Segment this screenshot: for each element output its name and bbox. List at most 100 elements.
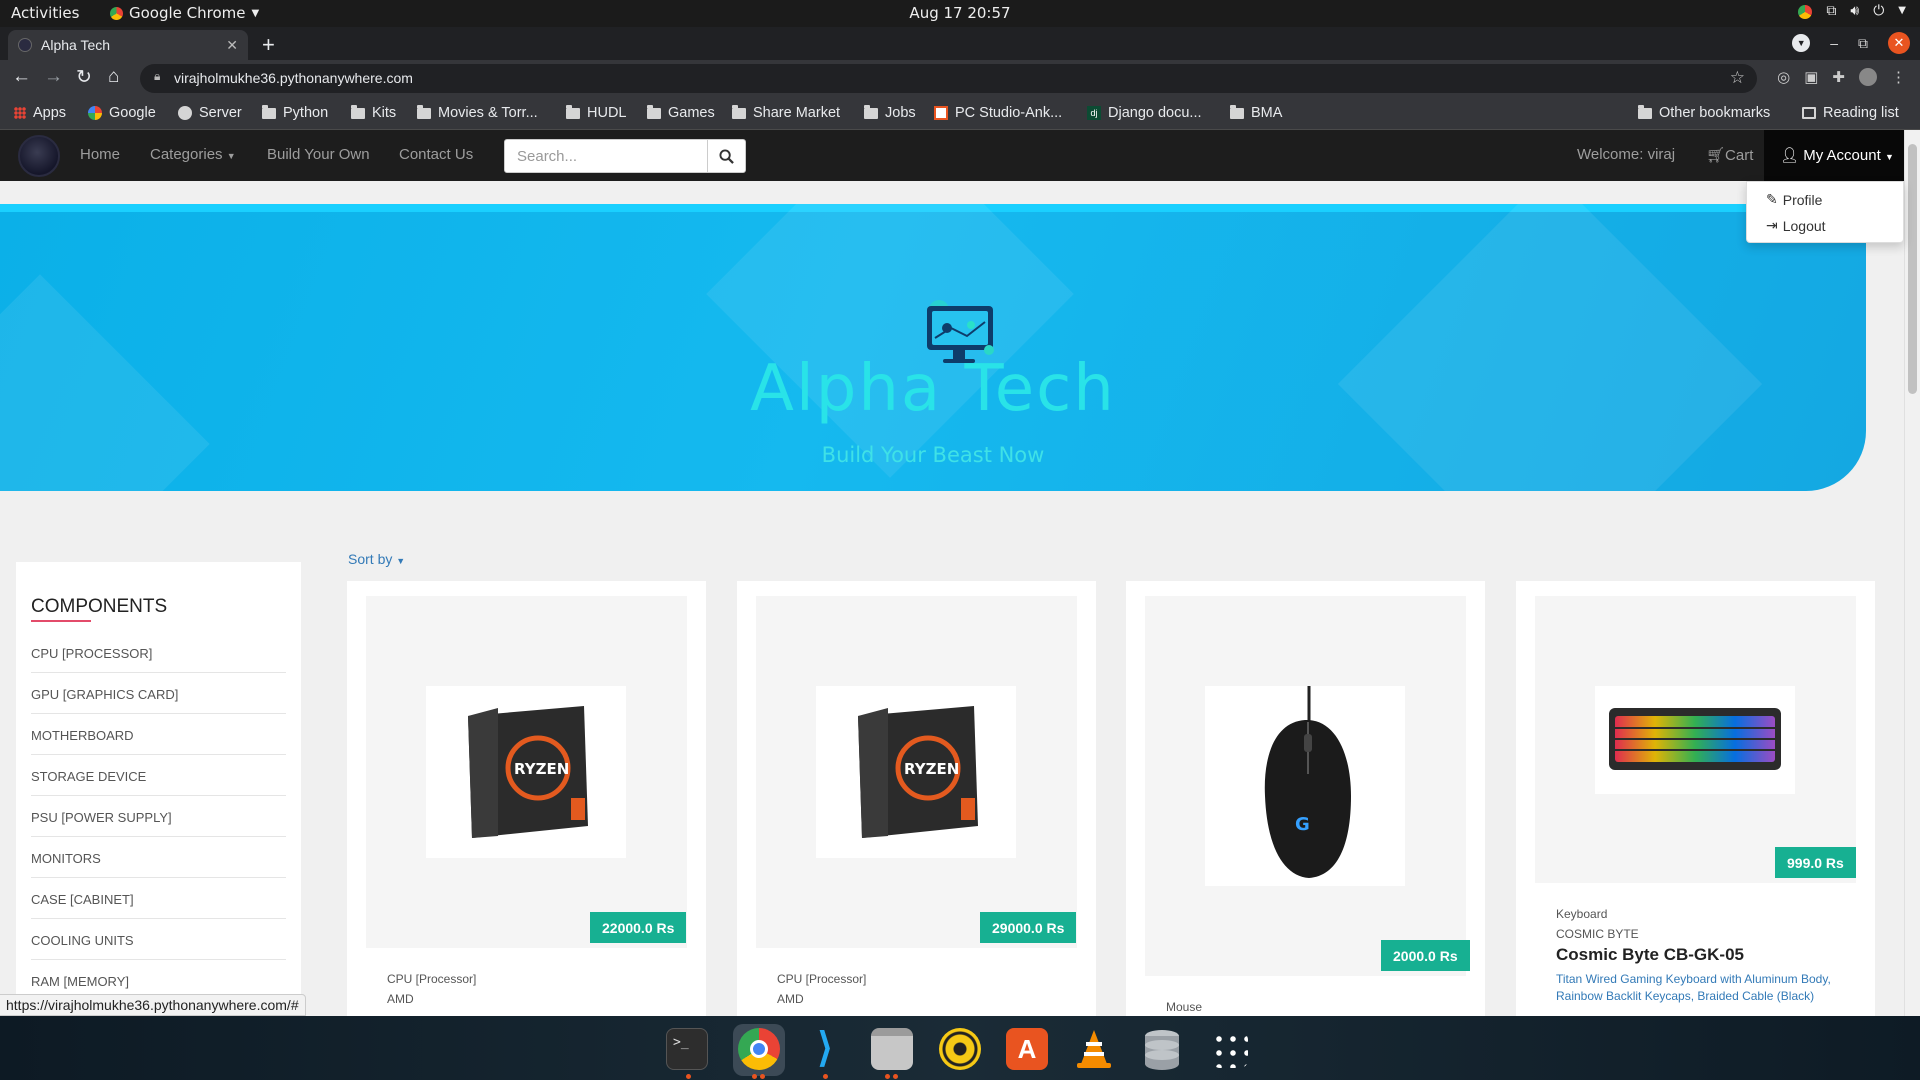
product-type: CPU [Processor] xyxy=(387,972,477,986)
kebab-menu-icon[interactable]: ⋮ xyxy=(1891,68,1906,86)
sidebar-item-psu[interactable]: PSU [POWER SUPPLY] xyxy=(31,810,286,837)
logout-link[interactable]: ⇥ Logout xyxy=(1766,217,1826,234)
chrome-icon[interactable] xyxy=(738,1028,780,1070)
vlc-icon[interactable] xyxy=(1073,1028,1115,1070)
search-input[interactable]: Search... xyxy=(504,139,708,173)
system-tray[interactable]: ⧉ 🔊︎ ⏻ ▼ xyxy=(1798,3,1906,19)
bookmark-folder-kits[interactable]: Kits xyxy=(351,104,396,121)
profile-link[interactable]: ✎ Profile xyxy=(1766,191,1822,208)
caret-down-icon: ▼ xyxy=(1884,152,1894,162)
bookmark-folder-games[interactable]: Games xyxy=(647,104,715,121)
chevron-down-icon[interactable]: ▼ xyxy=(1898,5,1906,19)
volume-icon[interactable]: 🔊︎ xyxy=(1850,3,1859,19)
scrollbar-thumb[interactable] xyxy=(1908,144,1917,394)
maximize-icon[interactable]: ⧉ xyxy=(1858,35,1868,52)
nav-home[interactable]: Home xyxy=(80,146,120,163)
product-image-box xyxy=(1535,596,1856,883)
close-window-icon[interactable]: ✕ xyxy=(1888,32,1910,54)
other-bookmarks[interactable]: Other bookmarks xyxy=(1638,104,1770,121)
product-card[interactable]: RYZEN 29000.0 Rs CPU [Processor] AMD xyxy=(737,581,1096,1016)
bookmark-pc-studio[interactable]: PC Studio-Ank... xyxy=(934,105,1062,121)
bookmark-folder-python[interactable]: Python xyxy=(262,104,328,121)
page-scrollbar[interactable] xyxy=(1904,130,1920,1016)
show-apps-grid-icon[interactable] xyxy=(1212,1032,1248,1068)
sidebar-item-cooling[interactable]: COOLING UNITS xyxy=(31,933,286,960)
files-icon[interactable] xyxy=(871,1028,913,1070)
nav-contact-us[interactable]: Contact Us xyxy=(399,146,473,163)
clock[interactable]: Aug 17 20:57 xyxy=(909,4,1010,22)
bookmark-google[interactable]: Google xyxy=(88,105,156,121)
product-card[interactable]: 999.0 Rs Keyboard COSMIC BYTE Cosmic Byt… xyxy=(1516,581,1875,1016)
bookmarks-bar: Apps Google Server Python Kits Movies & … xyxy=(0,97,1920,130)
activities-button[interactable]: Activities xyxy=(11,4,79,22)
bookmark-star-icon[interactable]: ☆ xyxy=(1730,68,1745,88)
web-page: Home Categories ▼ Build Your Own Contact… xyxy=(0,130,1920,1016)
folder-icon xyxy=(647,104,661,119)
sidebar-item-motherboard[interactable]: MOTHERBOARD xyxy=(31,728,286,755)
bookmark-apps[interactable]: Apps xyxy=(14,105,66,121)
sidebar-item-monitors[interactable]: MONITORS xyxy=(31,851,286,878)
system-top-bar: Activities Google Chrome ▼ Aug 17 20:57 … xyxy=(0,0,1920,27)
reading-list[interactable]: Reading list xyxy=(1802,105,1899,121)
vscode-icon[interactable]: ⟩ xyxy=(804,1028,846,1070)
extension-icon[interactable]: ◎ xyxy=(1777,68,1790,86)
extension-icon[interactable]: ▣ xyxy=(1804,68,1818,86)
chevron-down-icon: ▼ xyxy=(251,7,260,19)
sidebar-item-gpu[interactable]: GPU [GRAPHICS CARD] xyxy=(31,687,286,714)
bookmark-folder-bma[interactable]: BMA xyxy=(1230,104,1282,121)
database-icon[interactable] xyxy=(1141,1028,1183,1070)
lock-icon[interactable]: 🔒︎ xyxy=(154,69,160,84)
hero-title: Alpha Tech xyxy=(750,352,1116,426)
app-menu[interactable]: Google Chrome ▼ xyxy=(110,4,259,22)
chrome-tray-icon[interactable] xyxy=(1798,5,1813,19)
tab-search-icon[interactable]: ▼ xyxy=(1792,34,1811,52)
product-card[interactable]: RYZEN 22000.0 Rs CPU [Processor] AMD xyxy=(347,581,706,1016)
site-logo[interactable] xyxy=(18,135,60,177)
nav-cart[interactable]: 🛒︎Cart xyxy=(1706,146,1753,164)
software-center-icon[interactable]: A xyxy=(1006,1028,1048,1070)
sort-by-dropdown[interactable]: Sort by ▼ xyxy=(348,551,405,567)
bookmark-folder-jobs[interactable]: Jobs xyxy=(864,104,916,121)
url-text: virajholmukhe36.pythonanywhere.com xyxy=(174,70,413,86)
power-icon[interactable]: ⏻ xyxy=(1873,3,1884,19)
bookmark-django-docs[interactable]: dj Django docu... xyxy=(1087,105,1202,121)
new-tab-button[interactable]: + xyxy=(262,32,275,58)
network-icon[interactable]: ⧉ xyxy=(1826,3,1836,19)
tab-alpha-tech[interactable]: Alpha Tech ✕ xyxy=(8,30,248,60)
product-card[interactable]: G 2000.0 Rs Mouse xyxy=(1126,581,1485,1016)
product-description[interactable]: Titan Wired Gaming Keyboard with Aluminu… xyxy=(1556,971,1856,1005)
home-icon[interactable]: ⌂ xyxy=(108,66,119,88)
search-button[interactable] xyxy=(707,139,746,173)
nav-categories[interactable]: Categories ▼ xyxy=(150,146,236,163)
bookmark-folder-movies[interactable]: Movies & Torr... xyxy=(417,104,538,121)
sidebar-item-storage[interactable]: STORAGE DEVICE xyxy=(31,769,286,796)
folder-icon xyxy=(351,104,365,119)
my-account-toggle[interactable]: 👤︎ My Account ▼ xyxy=(1764,130,1904,181)
running-indicator xyxy=(885,1074,890,1079)
minimize-icon[interactable]: – xyxy=(1830,35,1838,51)
bookmark-server[interactable]: Server xyxy=(178,105,242,121)
product-photo xyxy=(1595,686,1795,794)
reload-icon[interactable]: ↻ xyxy=(76,66,92,89)
sidebar-item-case[interactable]: CASE [CABINET] xyxy=(31,892,286,919)
nav-build-your-own[interactable]: Build Your Own xyxy=(267,146,370,163)
address-bar[interactable]: 🔒︎ virajholmukhe36.pythonanywhere.com ☆ xyxy=(140,64,1757,93)
tab-strip: Alpha Tech ✕ + ▼ – ⧉ ✕ xyxy=(0,27,1920,60)
logout-icon: ⇥ xyxy=(1766,217,1778,233)
forward-icon[interactable]: → xyxy=(44,66,63,88)
app-name: Google Chrome xyxy=(129,4,246,22)
product-name[interactable]: Cosmic Byte CB-GK-05 xyxy=(1556,945,1744,965)
puzzle-icon[interactable]: ✚ xyxy=(1832,68,1845,86)
pc-studio-icon xyxy=(934,106,948,120)
sidebar-item-cpu[interactable]: CPU [PROCESSOR] xyxy=(31,646,286,673)
product-image-box: RYZEN xyxy=(366,596,687,948)
product-image-box: G xyxy=(1145,596,1466,976)
back-icon[interactable]: ← xyxy=(12,66,31,88)
rhythmbox-icon[interactable] xyxy=(939,1028,981,1070)
running-indicator xyxy=(686,1074,691,1079)
profile-avatar[interactable] xyxy=(1859,68,1877,86)
bookmark-folder-share-market[interactable]: Share Market xyxy=(732,104,840,121)
bookmark-folder-hudl[interactable]: HUDL xyxy=(566,104,626,121)
close-tab-icon[interactable]: ✕ xyxy=(226,37,238,54)
terminal-icon[interactable]: >_ xyxy=(666,1028,708,1070)
